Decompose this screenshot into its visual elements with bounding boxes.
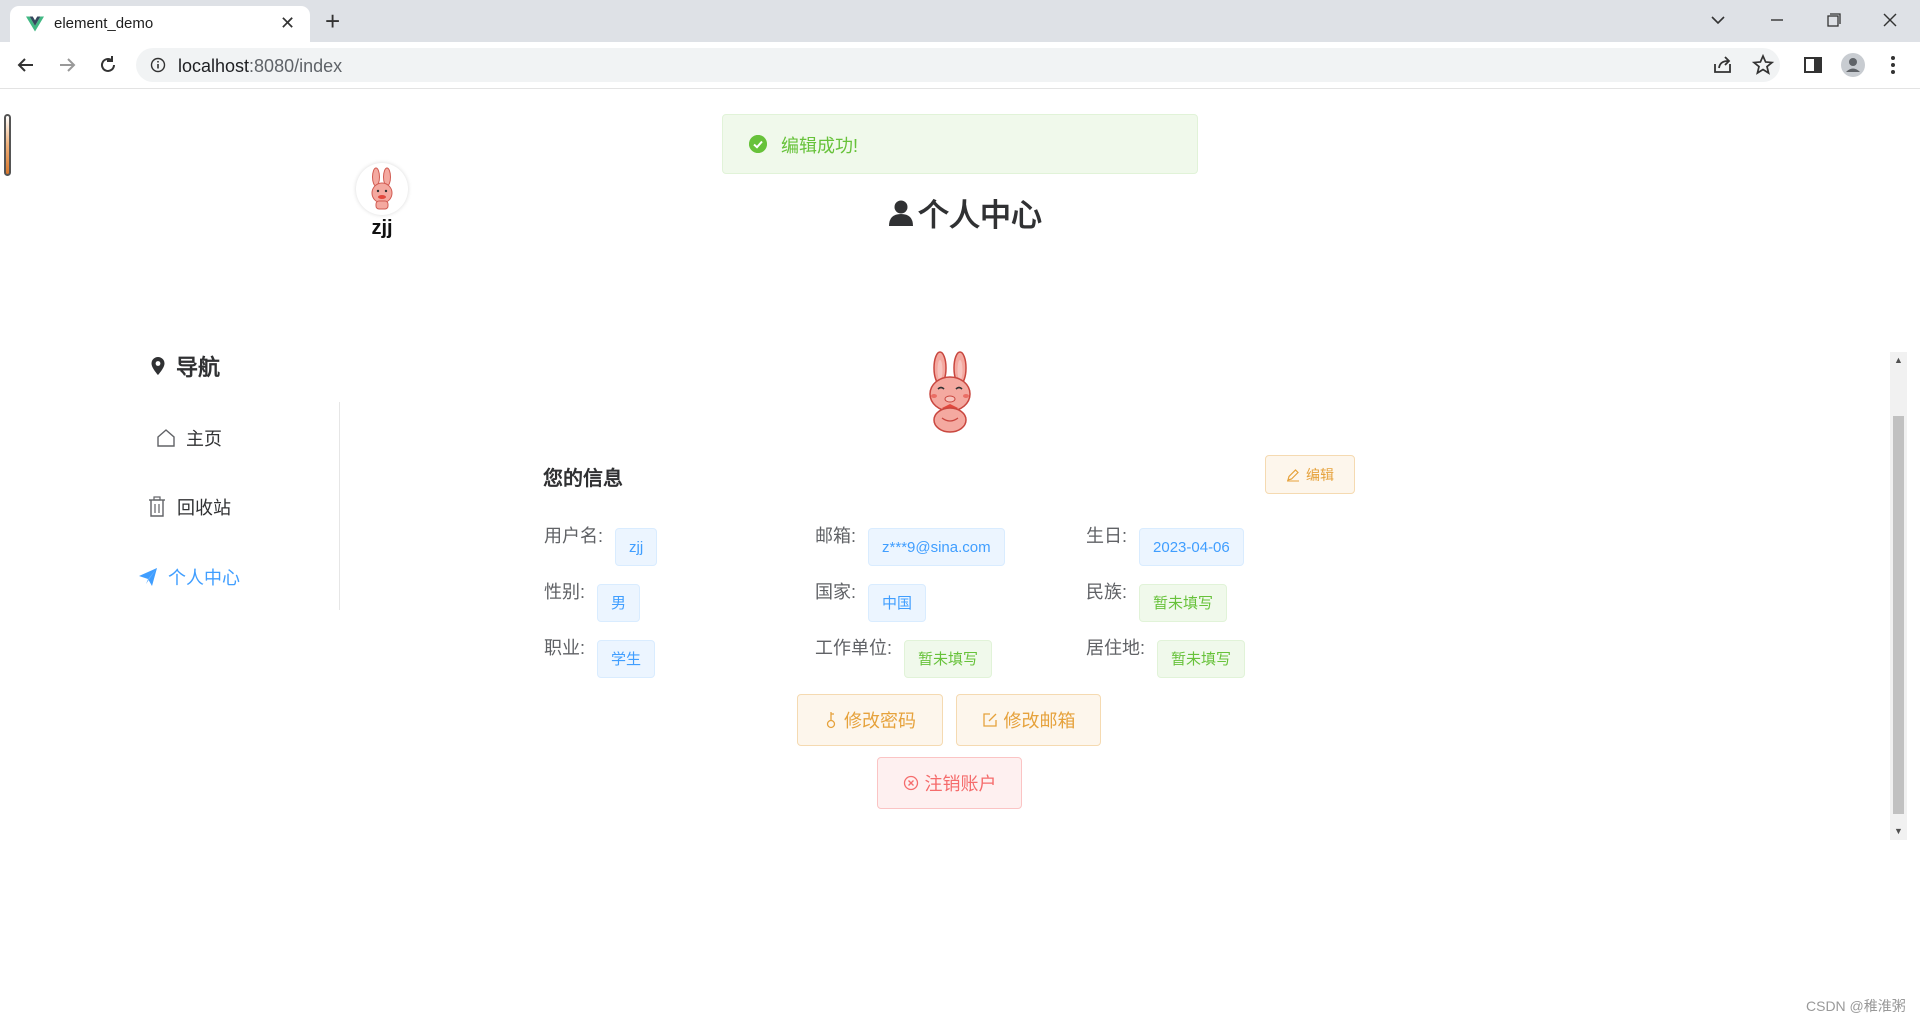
user-icon	[889, 200, 913, 226]
side-panel-icon[interactable]	[1800, 52, 1826, 78]
field-ethnicity: 民族: 暂未填写	[1086, 574, 1228, 622]
field-value-tag: 男	[597, 584, 641, 622]
field-residence: 居住地: 暂未填写	[1086, 630, 1246, 678]
page-title: 个人中心	[888, 190, 1042, 235]
forward-arrow-icon[interactable]	[54, 52, 80, 78]
url-path: :8080/index	[249, 56, 343, 76]
url-host: localhost	[178, 56, 250, 76]
field-value-tag: z***9@sina.com	[868, 528, 1005, 566]
edit-button[interactable]: 编辑	[1265, 455, 1355, 494]
url-text: localhost:8080/index	[178, 56, 342, 77]
field-label: 生日:	[1086, 526, 1128, 546]
vue-logo-icon	[26, 16, 44, 32]
edit-pencil-icon	[1287, 468, 1299, 481]
field-value-tag: 暂未填写	[1139, 584, 1228, 622]
address-bar[interactable]: localhost:8080/index	[136, 48, 1780, 82]
field-label: 用户名:	[544, 526, 604, 546]
new-tab-button[interactable]: +	[325, 7, 340, 35]
field-birthday: 生日: 2023-04-06	[1086, 518, 1244, 566]
tab-close-icon[interactable]: ✕	[280, 13, 295, 33]
tab-title: element_demo	[54, 15, 154, 32]
minimize-icon[interactable]	[1762, 8, 1792, 32]
field-value-tag: 暂未填写	[1157, 640, 1246, 678]
nav-item-home[interactable]: 主页	[156, 423, 222, 453]
location-pin-icon	[151, 357, 165, 375]
field-value-tag: 暂未填写	[904, 640, 993, 678]
close-window-icon[interactable]	[1875, 8, 1905, 32]
menu-dots-icon[interactable]	[1880, 52, 1906, 78]
paper-plane-icon	[139, 568, 157, 586]
field-label: 性别:	[544, 582, 586, 602]
scroll-up-arrow-icon[interactable]: ▲	[1890, 352, 1907, 369]
tab-search-chevron-icon[interactable]	[1703, 8, 1733, 32]
scroll-down-arrow-icon[interactable]: ▼	[1890, 823, 1907, 840]
edit-button-label: 编辑	[1306, 466, 1334, 483]
trash-icon	[149, 496, 165, 517]
field-country: 国家: 中国	[815, 574, 927, 622]
user-avatar[interactable]	[356, 163, 408, 215]
site-info-icon[interactable]	[150, 57, 166, 73]
nav-heading-text: 导航	[176, 355, 221, 380]
nav-item-label: 个人中心	[168, 568, 240, 588]
content-scrollbar[interactable]: ▲ ▼	[1890, 352, 1907, 840]
share-icon[interactable]	[1710, 52, 1736, 78]
field-label: 居住地:	[1086, 638, 1146, 658]
field-value-tag: zjj	[615, 528, 658, 566]
reload-icon[interactable]	[95, 52, 121, 78]
page-scroll-handle[interactable]	[4, 114, 11, 176]
field-label: 民族:	[1086, 582, 1128, 602]
change-email-button[interactable]: 修改邮箱	[956, 694, 1101, 746]
success-toast: 编辑成功!	[722, 114, 1198, 174]
browser-tab-bar: element_demo ✕ +	[0, 0, 1920, 42]
bookmark-star-icon[interactable]	[1750, 52, 1776, 78]
profile-avatar-icon[interactable]	[1840, 52, 1866, 78]
watermark: CSDN @稚淮粥	[1806, 998, 1906, 1014]
circle-close-icon	[903, 775, 918, 791]
field-value-tag: 学生	[597, 640, 656, 678]
nav-item-label: 主页	[186, 429, 222, 449]
change-email-label: 修改邮箱	[1003, 711, 1076, 731]
info-heading: 您的信息	[543, 468, 623, 490]
nav-divider	[339, 402, 340, 610]
rabbit-avatar-icon	[929, 351, 971, 433]
check-circle-icon	[749, 135, 767, 153]
nav-item-profile[interactable]: 个人中心	[138, 562, 240, 592]
field-username: 用户名: zjj	[544, 518, 658, 566]
scrollbar-thumb[interactable]	[1893, 416, 1904, 814]
nav-item-label: 回收站	[177, 498, 231, 518]
username-label: zjj	[371, 217, 393, 239]
field-job: 职业: 学生	[544, 630, 656, 678]
toast-message: 编辑成功!	[781, 136, 859, 156]
nav-heading: 导航	[150, 350, 220, 382]
field-label: 工作单位:	[815, 638, 893, 658]
nav-item-recycle-bin[interactable]: 回收站	[147, 492, 231, 522]
back-arrow-icon[interactable]	[13, 52, 39, 78]
field-value-tag: 中国	[868, 584, 927, 622]
edit-square-icon	[982, 713, 997, 727]
change-password-button[interactable]: 修改密码	[797, 694, 943, 746]
browser-toolbar: localhost:8080/index	[0, 42, 1920, 89]
key-icon	[826, 712, 836, 729]
field-company: 工作单位: 暂未填写	[815, 630, 993, 678]
field-label: 职业:	[544, 638, 586, 658]
browser-tab[interactable]: element_demo ✕	[10, 6, 310, 42]
field-gender: 性别: 男	[544, 574, 641, 622]
delete-account-button[interactable]: 注销账户	[877, 757, 1022, 809]
delete-account-label: 注销账户	[924, 774, 997, 794]
restore-icon[interactable]	[1818, 8, 1848, 32]
rabbit-avatar-icon	[371, 167, 393, 210]
page-title-text: 个人中心	[918, 198, 1042, 233]
change-password-label: 修改密码	[844, 711, 916, 731]
field-label: 国家:	[815, 582, 857, 602]
field-label: 邮箱:	[815, 526, 857, 546]
field-email: 邮箱: z***9@sina.com	[815, 518, 1005, 566]
field-value-tag: 2023-04-06	[1139, 528, 1244, 566]
home-icon	[157, 429, 175, 447]
